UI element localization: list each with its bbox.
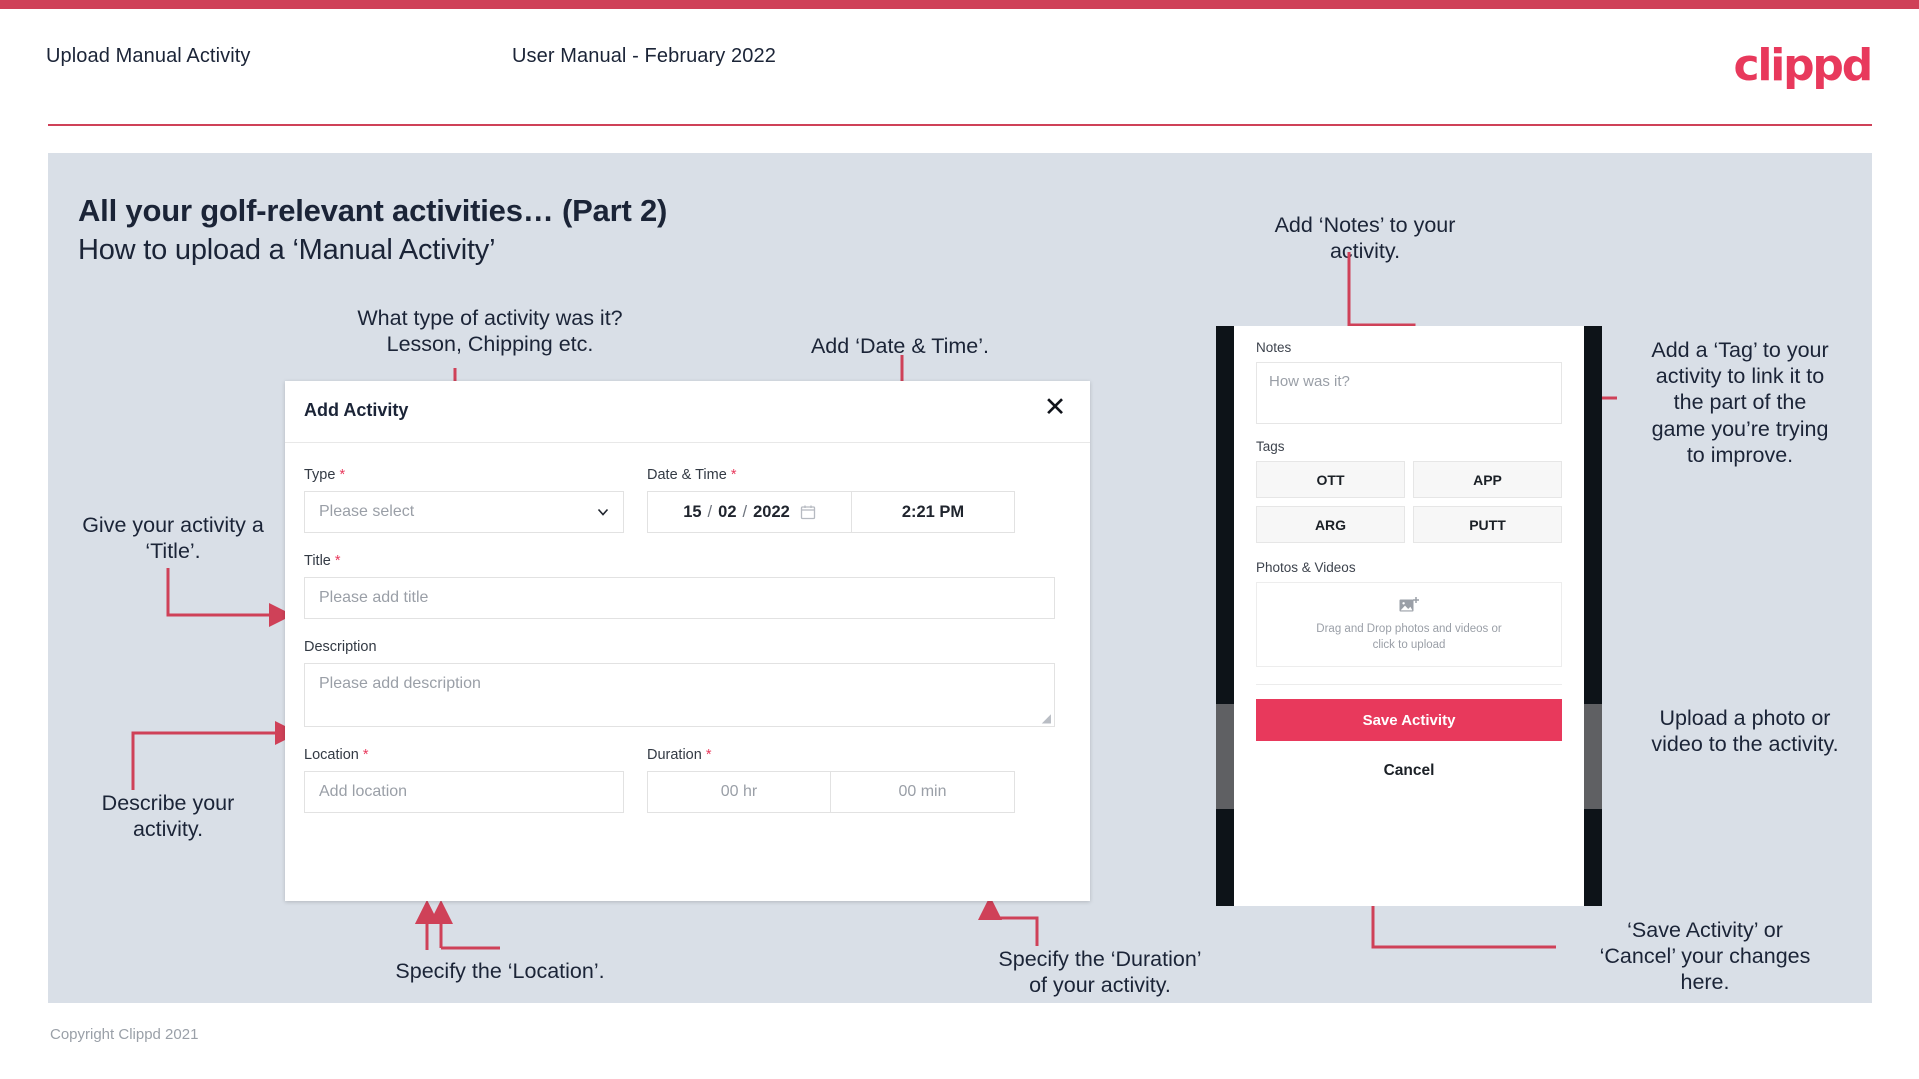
type-select[interactable]: Please select xyxy=(304,491,624,533)
required-marker: * xyxy=(730,467,737,483)
header-subtitle: User Manual - February 2022 xyxy=(512,45,776,67)
field-duration-label: Duration * xyxy=(647,747,712,763)
field-title: Title * Please add title xyxy=(304,553,1071,619)
close-icon[interactable]: ✕ xyxy=(1040,392,1070,422)
photos-label: Photos & Videos xyxy=(1256,560,1356,575)
add-activity-modal: Add Activity ✕ Type * Please select Date… xyxy=(285,381,1090,901)
phone-divider xyxy=(1256,684,1562,685)
chevron-down-icon xyxy=(597,508,609,516)
phone-side-button-right xyxy=(1584,704,1602,809)
tag-arg[interactable]: ARG xyxy=(1256,506,1405,543)
annotation-description: Describe your activity. xyxy=(101,791,235,842)
photo-dropzone[interactable]: Drag and Drop photos and videos or click… xyxy=(1256,582,1562,667)
annotation-location: Specify the ‘Location’. xyxy=(395,959,605,983)
tags-grid: OTT APP ARG PUTT xyxy=(1256,461,1562,543)
notes-placeholder: How was it? xyxy=(1269,373,1350,390)
modal-header: Add Activity ✕ xyxy=(285,381,1090,443)
field-description-label: Description xyxy=(304,639,377,655)
footer-copyright: Copyright Clippd 2021 xyxy=(50,1026,199,1043)
field-type: Type * Please select xyxy=(304,467,624,533)
row-location-duration: Location * Add location Duration * 00 hr… xyxy=(304,747,1071,813)
add-image-icon xyxy=(1399,596,1419,612)
notes-label: Notes xyxy=(1256,340,1292,355)
tag-app[interactable]: APP xyxy=(1413,461,1562,498)
clippd-logo: clippd xyxy=(1733,40,1873,91)
notes-textarea[interactable]: How was it? xyxy=(1256,362,1562,424)
phone-frame-right xyxy=(1584,326,1602,906)
annotation-notes: Add ‘Notes’ to your activity. xyxy=(1274,213,1456,264)
modal-title: Add Activity xyxy=(304,400,409,420)
phone-screen: Notes How was it? Tags OTT APP ARG PUTT … xyxy=(1234,326,1584,906)
field-location: Location * Add location xyxy=(304,747,624,813)
field-description: Description Please add description ◢ xyxy=(304,639,1071,727)
field-datetime: Date & Time * 15 / 02 / 2022 2:21 PM xyxy=(647,467,1015,533)
slide-page: Upload Manual Activity User Manual - Feb… xyxy=(0,0,1919,1079)
title-input-placeholder: Please add title xyxy=(319,589,429,606)
field-datetime-label: Date & Time * xyxy=(647,467,737,483)
required-marker: * xyxy=(705,747,712,763)
duration-hours-input[interactable]: 00 hr xyxy=(647,771,831,813)
slide-subtitle: How to upload a ‘Manual Activity’ xyxy=(78,234,496,266)
date-month: 02 xyxy=(718,502,737,521)
modal-body: Type * Please select Date & Time * 15 / … xyxy=(285,443,1090,813)
date-input[interactable]: 15 / 02 / 2022 xyxy=(647,491,851,533)
slide-title: All your golf-relevant activities… (Part… xyxy=(78,193,668,228)
field-duration: Duration * 00 hr 00 min xyxy=(647,747,1015,813)
date-sep-2: / xyxy=(742,502,748,521)
title-input[interactable]: Please add title xyxy=(304,577,1055,619)
duration-minutes-input[interactable]: 00 min xyxy=(831,771,1015,813)
header-title: Upload Manual Activity xyxy=(46,45,251,67)
tag-putt[interactable]: PUTT xyxy=(1413,506,1562,543)
description-textarea[interactable]: Please add description ◢ xyxy=(304,663,1055,727)
date-sep-1: / xyxy=(707,502,713,521)
dropzone-line-1: Drag and Drop photos and videos or xyxy=(1316,622,1502,635)
annotation-tags: Add a ‘Tag’ to your activity to link it t… xyxy=(1651,338,1829,467)
annotation-type: What type of activity was it? Lesson, Chi… xyxy=(357,306,623,357)
annotation-photos: Upload a photo or video to the activity. xyxy=(1651,706,1839,757)
header-divider xyxy=(48,124,1872,126)
field-type-label: Type * xyxy=(304,467,346,483)
date-year: 2022 xyxy=(753,502,790,521)
calendar-icon[interactable] xyxy=(800,504,816,520)
dropzone-text: Drag and Drop photos and videos or click… xyxy=(1316,622,1501,653)
cancel-button[interactable]: Cancel xyxy=(1256,762,1562,780)
save-activity-button[interactable]: Save Activity xyxy=(1256,699,1562,741)
top-accent-bar xyxy=(0,0,1919,9)
location-placeholder: Add location xyxy=(319,783,408,800)
annotation-save-cancel: ‘Save Activity’ or ‘Cancel’ your changes h… xyxy=(1599,918,1811,995)
required-marker: * xyxy=(362,747,369,763)
phone-frame-left xyxy=(1216,326,1234,906)
phone-mockup: Notes How was it? Tags OTT APP ARG PUTT … xyxy=(1216,326,1602,906)
annotation-title: Give your activity a ‘Title’. xyxy=(82,513,264,564)
time-input[interactable]: 2:21 PM xyxy=(851,491,1015,533)
tags-label: Tags xyxy=(1256,439,1285,454)
field-location-label: Location * xyxy=(304,747,369,763)
field-title-label: Title * xyxy=(304,553,341,569)
annotation-datetime: Add ‘Date & Time’. xyxy=(810,334,990,358)
resize-grip-icon[interactable]: ◢ xyxy=(1042,712,1051,724)
phone-side-button-left xyxy=(1216,704,1234,809)
type-select-placeholder: Please select xyxy=(319,503,415,520)
dropzone-line-2: click to upload xyxy=(1372,638,1446,651)
location-input[interactable]: Add location xyxy=(304,771,624,813)
annotation-duration: Specify the ‘Duration’ of your activity. xyxy=(998,947,1202,998)
date-day: 15 xyxy=(683,502,702,521)
required-marker: * xyxy=(334,553,341,569)
description-placeholder: Please add description xyxy=(319,675,481,692)
required-marker: * xyxy=(339,467,346,483)
tag-ott[interactable]: OTT xyxy=(1256,461,1405,498)
